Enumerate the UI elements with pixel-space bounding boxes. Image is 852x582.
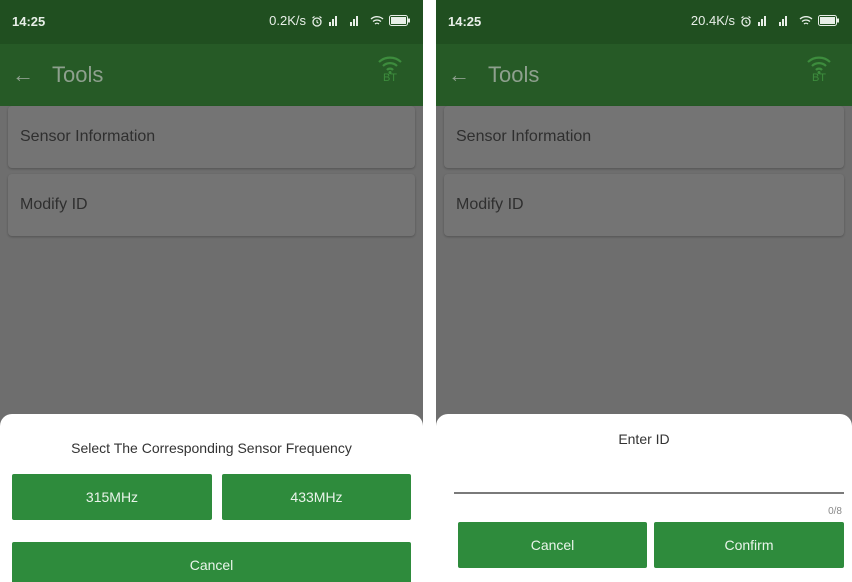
network-speed: 0.2K/s (269, 13, 306, 28)
arrow-left-icon[interactable]: ← (12, 62, 34, 88)
status-time: 14:25 (448, 14, 482, 29)
wifi-icon (378, 56, 402, 74)
list-item-sensor-information[interactable]: Sensor Information (8, 106, 415, 168)
app-bar: ← Tools BT (436, 44, 852, 106)
signal-icon (350, 16, 358, 26)
list-item-sensor-information[interactable]: Sensor Information (444, 106, 844, 168)
status-time: 14:25 (12, 14, 46, 29)
315mhz-button[interactable]: 315MHz (12, 474, 212, 520)
dialog-title: Enter ID (618, 431, 670, 447)
bluetooth-status-button[interactable]: BT (375, 54, 405, 94)
list-item-modify-id[interactable]: Modify ID (8, 174, 415, 236)
phone-screen-enter-id: 14:25 20.4K/s ← Tools BT Sensor Informat… (436, 0, 852, 582)
wifi-icon (807, 56, 831, 74)
confirm-button[interactable]: Confirm (654, 522, 844, 568)
status-bar: 14:25 0.2K/s (0, 0, 423, 44)
cancel-button[interactable]: Cancel (458, 522, 647, 568)
status-icons: 0.2K/s (269, 13, 411, 28)
battery-icon (818, 15, 839, 26)
page-title: Tools (52, 62, 104, 87)
tools-list: Sensor Information Modify ID (8, 106, 415, 242)
alarm-icon (741, 15, 751, 27)
alarm-icon (312, 15, 322, 27)
phone-screen-frequency: 14:25 0.2K/s ← Tools BT Sensor Informati… (0, 0, 423, 582)
tools-list: Sensor Information Modify ID (444, 106, 844, 242)
bluetooth-status-button[interactable]: BT (804, 54, 834, 94)
cancel-button[interactable]: Cancel (12, 542, 411, 582)
id-input-field[interactable] (454, 492, 844, 494)
status-bar: 14:25 20.4K/s (436, 0, 852, 44)
signal-icon (779, 16, 787, 26)
433mhz-button[interactable]: 433MHz (222, 474, 411, 520)
bt-label: BT (382, 72, 398, 84)
character-counter: 0/8 (828, 506, 842, 517)
status-icons: 20.4K/s (691, 13, 840, 28)
signal-icon (329, 16, 337, 26)
frequency-dialog: Select The Corresponding Sensor Frequenc… (0, 414, 423, 582)
arrow-left-icon[interactable]: ← (448, 62, 470, 88)
enter-id-dialog: Enter ID 0/8 Cancel Confirm (436, 414, 852, 582)
battery-icon (389, 15, 410, 26)
app-bar: ← Tools BT (0, 44, 423, 106)
list-item-modify-id[interactable]: Modify ID (444, 174, 844, 236)
page-title: Tools (488, 62, 540, 87)
network-speed: 20.4K/s (690, 13, 735, 28)
signal-icon (758, 16, 766, 26)
wifi-icon (370, 16, 384, 25)
wifi-icon (799, 16, 813, 25)
dialog-title: Select The Corresponding Sensor Frequenc… (71, 440, 352, 456)
bt-label: BT (811, 72, 827, 84)
